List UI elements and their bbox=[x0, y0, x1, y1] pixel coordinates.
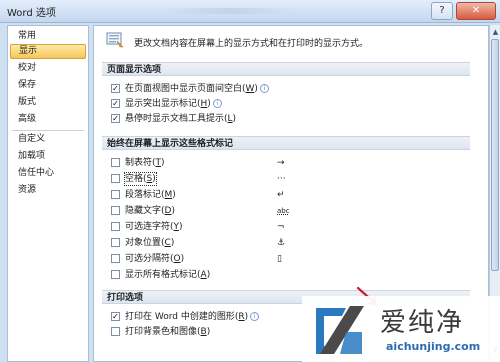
paragraph-mark-icon: ↵ bbox=[277, 190, 285, 200]
optional-hyphen-mark-icon: ¬ bbox=[277, 222, 285, 232]
options-sidebar: 常用 显示 校对 保存 版式 高级 自定义 加载项 信任中心 资源 bbox=[7, 25, 89, 362]
sidebar-item-resources[interactable]: 资源 bbox=[10, 183, 86, 198]
checkbox[interactable] bbox=[111, 190, 120, 199]
sidebar-item-save[interactable]: 保存 bbox=[10, 78, 86, 93]
checkbox[interactable] bbox=[111, 174, 120, 183]
checkbox[interactable] bbox=[111, 270, 120, 279]
tab-mark-icon: → bbox=[277, 158, 285, 168]
sidebar-item-layout[interactable]: 版式 bbox=[10, 95, 86, 110]
section-page-display: 页面显示选项 bbox=[102, 62, 470, 76]
space-mark-icon: ··· bbox=[277, 174, 286, 184]
checkbox[interactable]: ✓ bbox=[111, 114, 120, 123]
blurred-title-text bbox=[160, 8, 300, 14]
scroll-up-arrow-icon[interactable]: ▲ bbox=[491, 27, 500, 37]
hidden-text-mark-icon: abc bbox=[277, 207, 290, 215]
info-icon[interactable]: i bbox=[212, 99, 222, 108]
section-formatting-marks: 始终在屏幕上显示这些格式标记 bbox=[102, 136, 470, 150]
word-options-window: Word 选项 ? ✕ 常用 显示 校对 保存 版式 高级 自定义 加载项 信任… bbox=[0, 0, 500, 362]
sidebar-item-addins[interactable]: 加载项 bbox=[10, 149, 86, 164]
info-icon[interactable]: i bbox=[259, 84, 269, 93]
anchor-icon: ⚓ bbox=[277, 238, 286, 248]
checkbox[interactable]: ✓ bbox=[111, 312, 120, 321]
help-button[interactable]: ? bbox=[431, 2, 453, 20]
window-title: Word 选项 bbox=[7, 8, 56, 19]
sidebar-item-common[interactable]: 常用 bbox=[10, 29, 86, 44]
checkbox[interactable]: ✓ bbox=[111, 84, 120, 93]
sidebar-item-advanced[interactable]: 高级 bbox=[10, 112, 86, 127]
sidebar-item-display[interactable]: 显示 bbox=[10, 44, 86, 59]
sidebar-item-trust-center[interactable]: 信任中心 bbox=[10, 166, 86, 181]
checkbox[interactable] bbox=[111, 254, 120, 263]
scroll-thumb[interactable] bbox=[491, 39, 499, 271]
checkbox[interactable] bbox=[111, 222, 120, 231]
close-button[interactable]: ✕ bbox=[456, 2, 496, 20]
title-bar[interactable]: Word 选项 ? ✕ bbox=[0, 0, 500, 23]
optional-break-mark-icon: ▯ bbox=[277, 254, 282, 264]
checkbox[interactable] bbox=[111, 158, 120, 167]
sidebar-item-proofing[interactable]: 校对 bbox=[10, 61, 86, 76]
checkbox[interactable] bbox=[111, 327, 120, 336]
watermark-url: aichunjing.com bbox=[386, 340, 481, 353]
info-icon[interactable]: i bbox=[250, 312, 260, 321]
watermark-title: 爱纯净 bbox=[380, 308, 465, 338]
sidebar-divider bbox=[12, 130, 84, 131]
site-watermark: 爱纯净 aichunjing.com bbox=[302, 296, 500, 362]
sidebar-item-customize[interactable]: 自定义 bbox=[10, 132, 86, 147]
watermark-logo-icon bbox=[316, 306, 364, 354]
checkbox[interactable] bbox=[111, 238, 120, 247]
display-settings-icon bbox=[106, 32, 124, 48]
checkbox[interactable]: ✓ bbox=[111, 99, 120, 108]
checkbox[interactable] bbox=[111, 206, 120, 215]
panel-description: 更改文档内容在屏幕上的显示方式和在打印时的显示方式。 bbox=[134, 39, 369, 49]
